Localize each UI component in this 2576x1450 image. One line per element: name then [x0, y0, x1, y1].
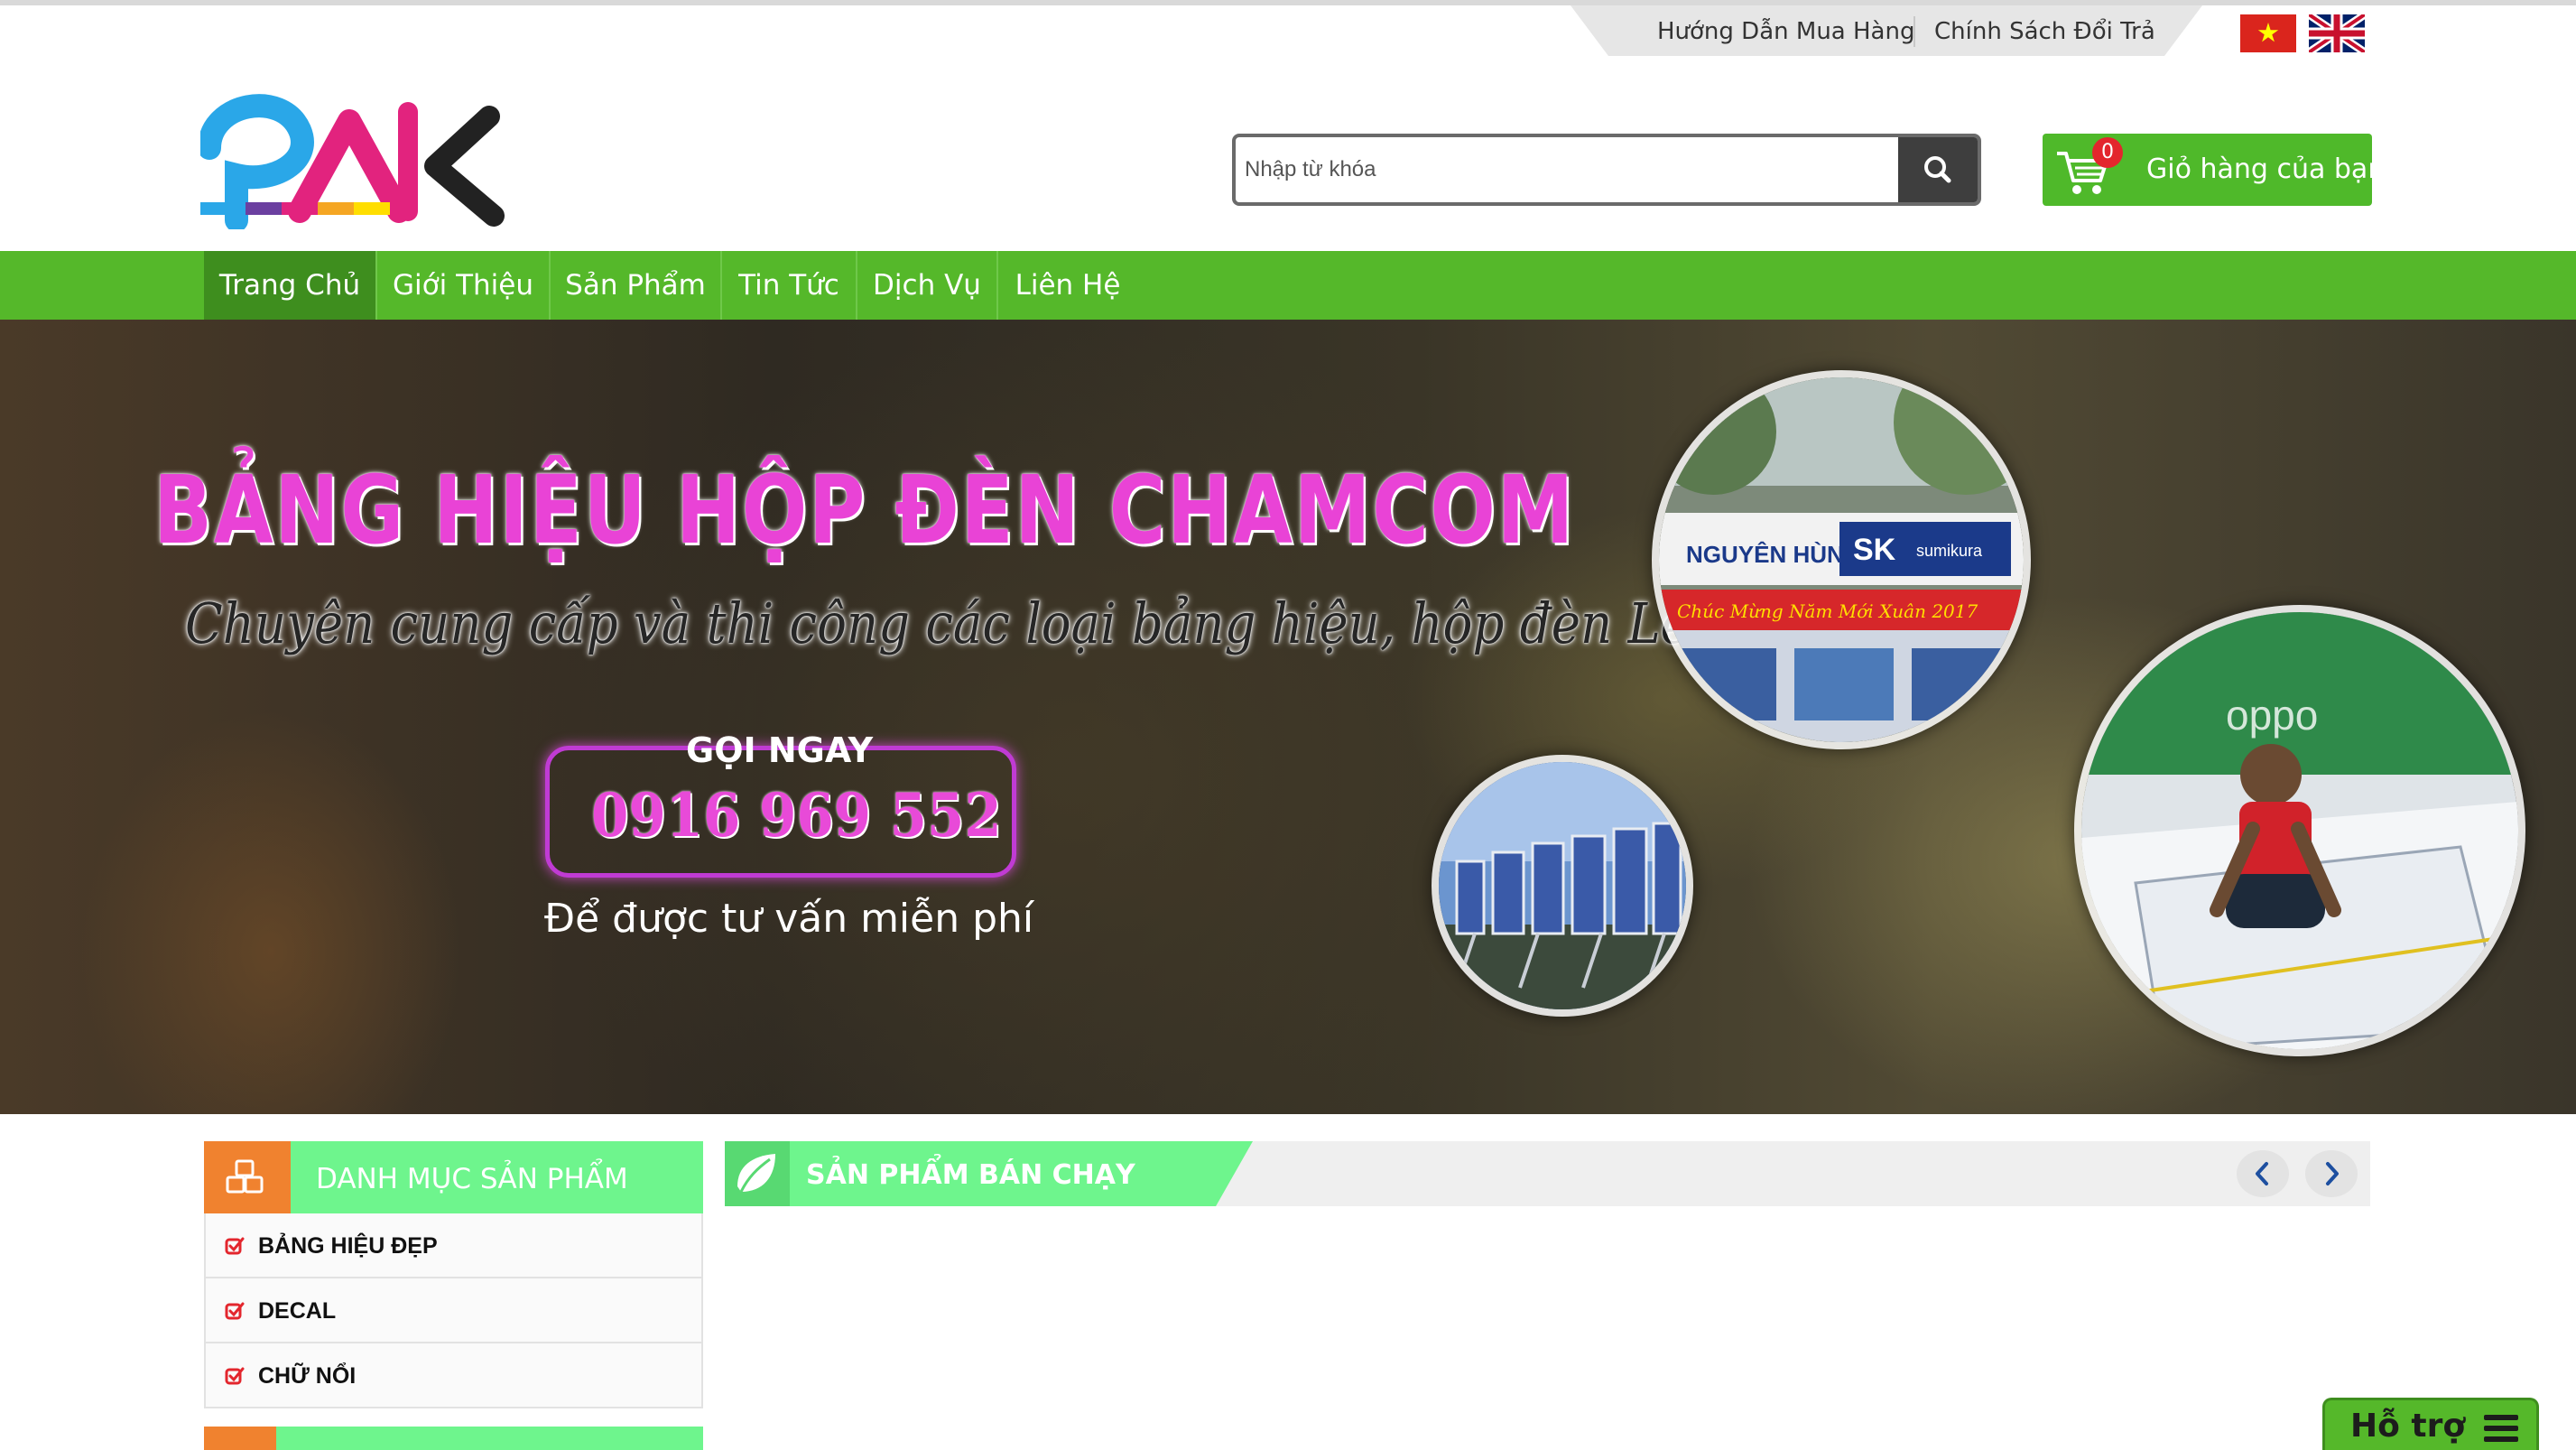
photo-oppo-text: oppo	[2226, 692, 2318, 739]
search-button[interactable]	[1898, 137, 1978, 202]
category-item-label: CHỮ NỔI	[258, 1363, 357, 1389]
photo-sign-greeting: Chúc Mừng Năm Mới Xuân 2017	[1677, 600, 1978, 622]
cubes-icon	[226, 1159, 264, 1194]
banner-photo-installer: oppo	[2074, 605, 2525, 1056]
category-item-3d-letters[interactable]: CHỮ NỔI	[206, 1343, 701, 1408]
category-item-signboards[interactable]: BẢNG HIỆU ĐẸP	[206, 1213, 701, 1278]
pak-logo[interactable]	[200, 76, 507, 229]
search-input[interactable]	[1241, 137, 1864, 202]
carousel-prev-button[interactable]	[2237, 1150, 2289, 1197]
best-sellers-tab: SẢN PHẨM BÁN CHẠY	[725, 1141, 1253, 1206]
category-item-label: BẢNG HIỆU ĐẸP	[258, 1233, 438, 1259]
category-list: BẢNG HIỆU ĐẸP DECAL CHỮ NỔI	[204, 1213, 703, 1408]
category-header: DANH MỤC SẢN PHẨM	[204, 1141, 703, 1213]
photo-sign-brand: SK	[1853, 533, 1896, 567]
best-sellers-title: SẢN PHẨM BÁN CHẠY	[806, 1159, 1135, 1191]
chevron-right-icon	[2326, 1162, 2339, 1185]
cart-label: Giỏ hàng của bạn	[2146, 153, 2386, 185]
nav-item-news[interactable]: Tin Tức	[722, 251, 857, 320]
nav-item-contact[interactable]: Liên Hệ	[998, 251, 1137, 320]
free-consult-note: Để được tư vấn miễn phí	[544, 896, 1034, 942]
category-title: DANH MỤC SẢN PHẨM	[316, 1163, 628, 1195]
main-nav: Trang Chủ Giới Thiệu Sản Phẩm Tin Tức Dị…	[0, 251, 2576, 320]
call-now-label: GỌI NGAY	[686, 730, 874, 770]
support-label: Hỗ trợ	[2350, 1408, 2466, 1445]
best-sellers-bar: SẢN PHẨM BÁN CHẠY	[725, 1141, 2370, 1206]
chevron-left-icon	[2256, 1162, 2268, 1185]
check-square-icon	[225, 1237, 245, 1255]
banner-photo-letters	[1432, 755, 1693, 1017]
photo-sign-brand-name: sumikura	[1916, 542, 1983, 560]
nav-item-home[interactable]: Trang Chủ	[204, 251, 377, 320]
return-policy-link[interactable]: Chính Sách Đổi Trả	[1934, 18, 2155, 45]
banner-subtitle: Chuyên cung cấp và thi công các loại bản…	[185, 590, 1721, 656]
support-widget[interactable]: Hỗ trợ	[2322, 1398, 2539, 1450]
check-square-icon	[225, 1367, 245, 1385]
category-header-icon-box	[204, 1141, 291, 1213]
banner-title: BẢNG HIỆU HỘP ĐÈN CHAMCOM	[153, 455, 1575, 565]
carousel-next-button[interactable]	[2305, 1150, 2358, 1197]
nav-item-services[interactable]: Dịch Vụ	[857, 251, 998, 320]
check-square-icon	[225, 1302, 245, 1320]
top-border	[0, 0, 2576, 5]
top-link-divider	[1913, 16, 1915, 47]
hero-banner[interactable]: BẢNG HIỆU HỘP ĐÈN CHAMCOM Chuyên cung cấ…	[0, 320, 2576, 1114]
second-sidebar-header	[204, 1427, 703, 1450]
search-bar	[1232, 134, 1981, 206]
vietnam-flag-icon[interactable]	[2240, 14, 2296, 52]
photo-sign-name: NGUYÊN HÙNG	[1686, 541, 1862, 568]
buying-guide-link[interactable]: Hướng Dẫn Mua Hàng	[1657, 18, 1914, 45]
cart-count-badge: 0	[2092, 137, 2123, 168]
category-item-label: DECAL	[258, 1298, 337, 1324]
nav-item-products[interactable]: Sản Phẩm	[551, 251, 722, 320]
uk-flag-icon[interactable]	[2309, 14, 2365, 52]
hotline-number: 0916 969 552	[591, 780, 1002, 850]
best-sellers-icon-box	[725, 1141, 790, 1206]
second-sidebar-header-icon-box	[204, 1427, 276, 1450]
category-item-decal[interactable]: DECAL	[206, 1278, 701, 1343]
leaf-icon	[737, 1154, 775, 1193]
search-icon	[1924, 156, 1951, 183]
banner-photo-storefront: NGUYÊN HÙNG SK sumikura Chúc Mừng Năm Mớ…	[1652, 370, 2031, 749]
menu-icon	[2484, 1415, 2518, 1442]
cart-button[interactable]: 0 Giỏ hàng của bạn	[2043, 134, 2385, 206]
nav-item-about[interactable]: Giới Thiệu	[377, 251, 551, 320]
